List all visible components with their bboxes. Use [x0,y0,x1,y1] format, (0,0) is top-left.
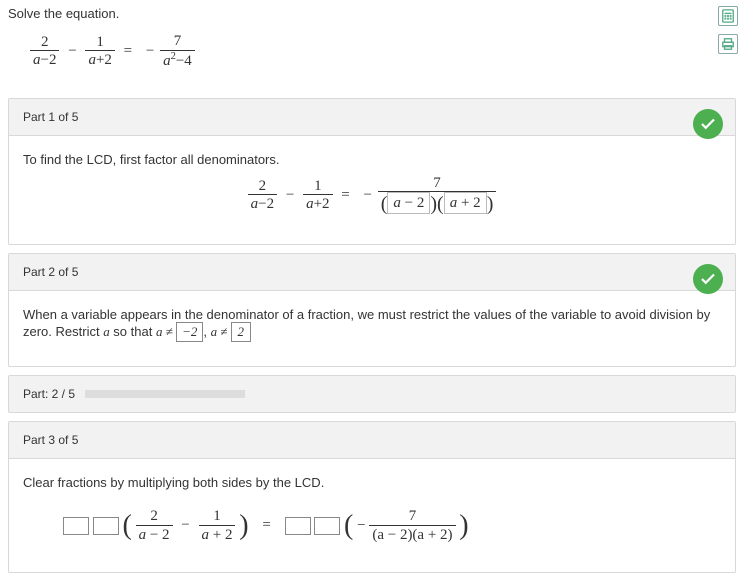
input-box-lhs-1[interactable] [63,517,89,535]
answer-box-1: −2 [176,322,203,342]
progress-label: Part: 2 / 5 [23,387,75,401]
part1-header: Part 1 of 5 [9,99,735,136]
input-box-lhs-2[interactable] [93,517,119,535]
check-icon [693,264,723,294]
part1-text: To find the LCD, first factor all denomi… [23,152,721,167]
answer-box-2: 2 [231,322,251,342]
print-icon[interactable] [718,34,738,54]
main-equation: 2 a−2 − 1 a+2 = − 7 a2−4 [0,31,744,90]
calculator-icon[interactable] [718,6,738,26]
progress-part: Part: 2 / 5 [8,375,736,413]
input-box-rhs-1[interactable] [285,517,311,535]
part2-header: Part 2 of 5 [9,254,735,291]
part1-equation: 2 a−2 − 1 a+2 = − 7 (a − 2)(a + 2) [23,167,721,221]
part3-equation: ( 2 a − 2 − 1 a + 2 ) = ( − 7 (a − 2)(a … [23,490,721,548]
part-1: Part 1 of 5 To find the LCD, first facto… [8,98,736,246]
progress-bar [85,390,245,398]
part3-text: Clear fractions by multiplying both side… [23,475,721,490]
input-box-rhs-2[interactable] [314,517,340,535]
page-title: Solve the equation. [0,0,744,31]
part3-header: Part 3 of 5 [9,422,735,459]
check-icon [693,109,723,139]
part-2: Part 2 of 5 When a variable appears in t… [8,253,736,367]
